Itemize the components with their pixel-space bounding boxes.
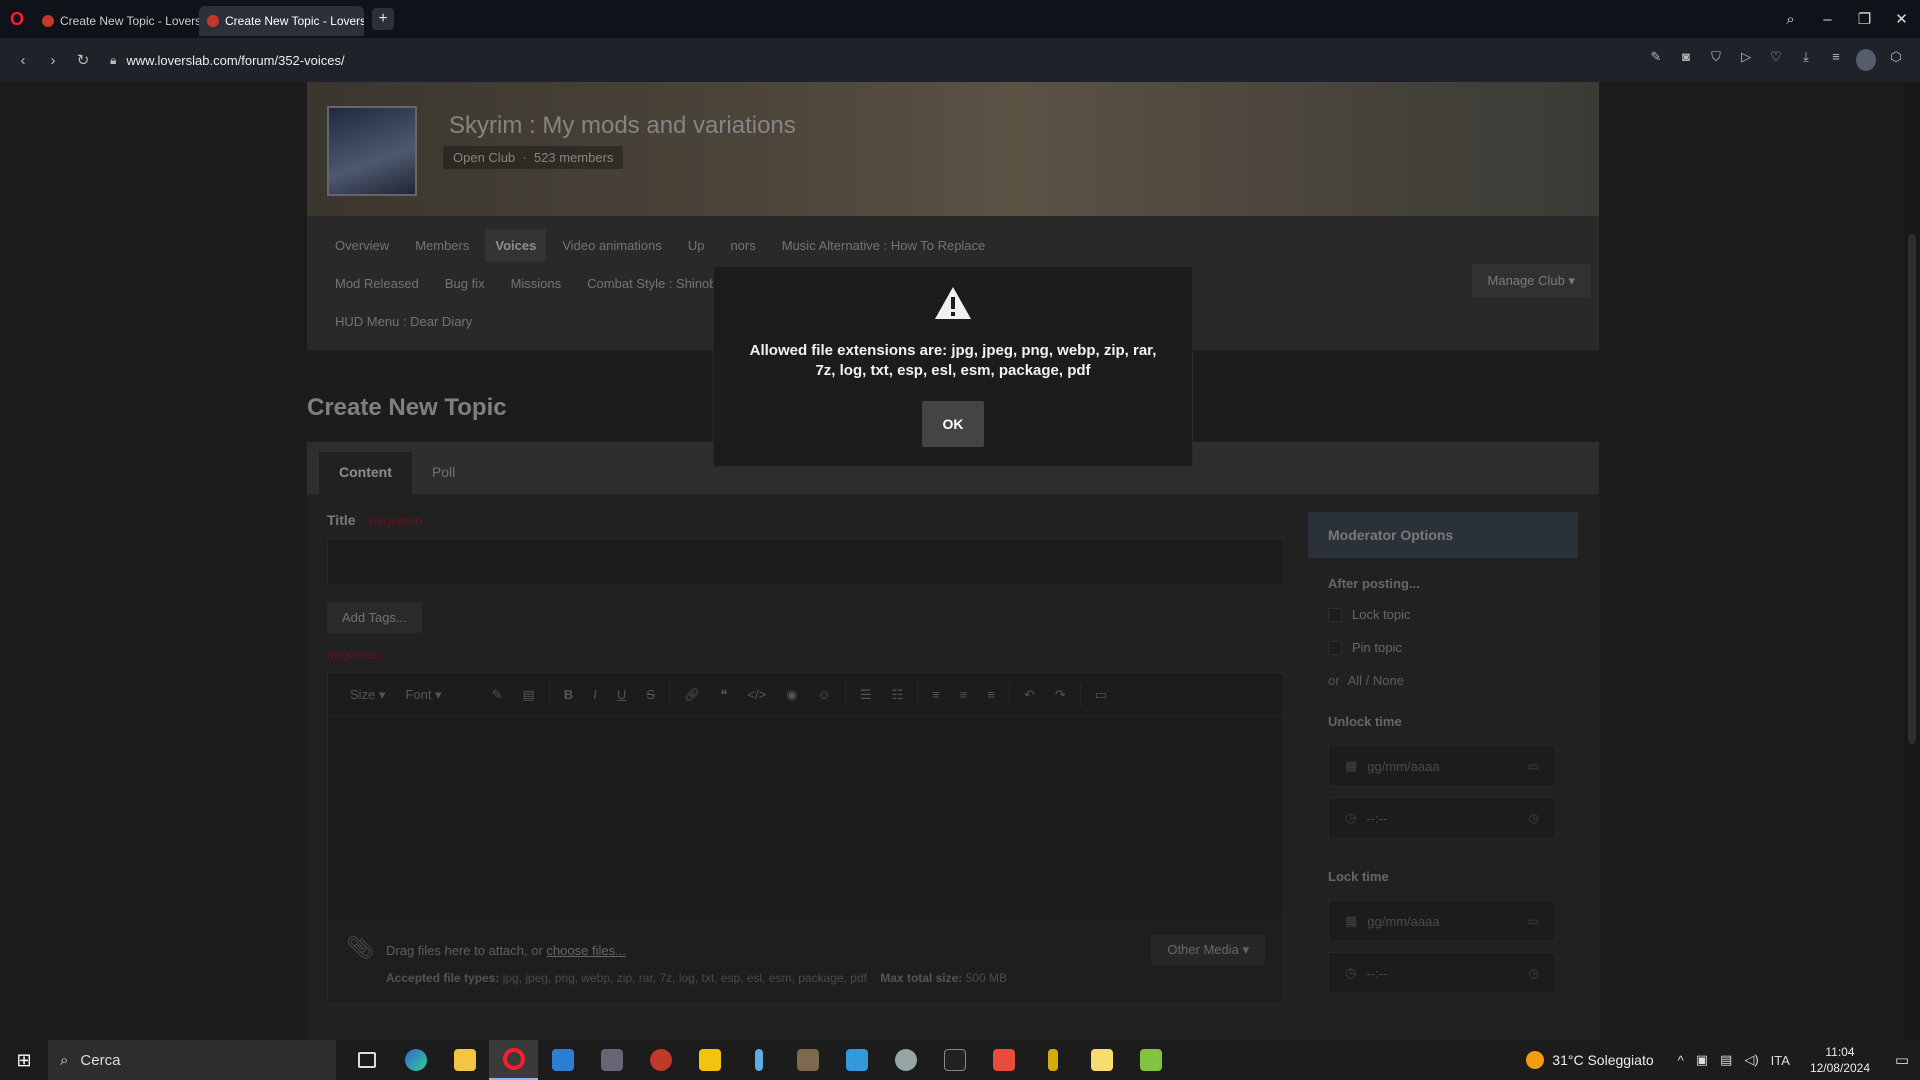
browser-tab-title: Create New Topic - Lovers bbox=[225, 14, 364, 28]
clock-time: 11:04 bbox=[1825, 1045, 1855, 1059]
windows-taskbar: ⊞ ⌕ Cerca 31°C Soleggiato ^ ▣ ▤ ◁) ITA 1… bbox=[0, 1040, 1920, 1080]
volume-icon[interactable]: ◁) bbox=[1744, 1052, 1758, 1068]
file-extension-alert-dialog: Allowed file extensions are: jpg, jpeg, … bbox=[713, 266, 1193, 467]
weather-text[interactable]: 31°C Soleggiato bbox=[1552, 1052, 1653, 1068]
file-explorer-icon[interactable] bbox=[440, 1040, 489, 1080]
browser-tab-title: Create New Topic - Lovers bbox=[60, 14, 199, 28]
app-icon-14[interactable] bbox=[979, 1040, 1028, 1080]
warning-triangle-icon bbox=[714, 285, 1192, 325]
shield-icon[interactable]: ⛉ bbox=[1706, 49, 1726, 71]
minimize-button[interactable]: – bbox=[1809, 11, 1846, 28]
extensions-cube-icon[interactable]: ⬡ bbox=[1886, 49, 1906, 71]
app-icon-7[interactable] bbox=[636, 1040, 685, 1080]
language-indicator[interactable]: ITA bbox=[1771, 1053, 1790, 1068]
app-icon-8[interactable] bbox=[685, 1040, 734, 1080]
address-bar-tools: ✎ ◙ ⛉ ▷ ♡ ⤓ ≡ ⬡ bbox=[1646, 49, 1906, 71]
back-arrow-icon[interactable]: ‹ bbox=[8, 52, 38, 69]
dialog-message: Allowed file extensions are: jpg, jpeg, … bbox=[749, 342, 1157, 379]
heart-icon[interactable]: ♡ bbox=[1766, 49, 1786, 71]
app-icon-6[interactable] bbox=[587, 1040, 636, 1080]
new-tab-button[interactable]: + bbox=[372, 8, 394, 30]
app-icon-9[interactable] bbox=[734, 1040, 783, 1080]
app-icon-17[interactable] bbox=[1126, 1040, 1175, 1080]
url-field[interactable]: 🔒︎ www.loverslab.com/forum/352-voices/ bbox=[110, 53, 1646, 68]
search-icon: ⌕ bbox=[60, 1051, 69, 1069]
loverslab-favicon-icon bbox=[42, 15, 54, 27]
task-view-icon[interactable] bbox=[342, 1040, 391, 1080]
window-controls: ⌕ – ❐ ✕ bbox=[1772, 0, 1920, 38]
app-icon-16[interactable] bbox=[1077, 1040, 1126, 1080]
loverslab-favicon-icon bbox=[207, 15, 219, 27]
browser-tab[interactable]: Create New Topic - Lovers bbox=[34, 6, 199, 36]
taskbar-search-text: Cerca bbox=[80, 1051, 121, 1069]
weather-sun-icon[interactable] bbox=[1526, 1051, 1545, 1069]
tray-chevron-icon[interactable]: ^ bbox=[1678, 1053, 1684, 1068]
menu-icon[interactable]: ≡ bbox=[1826, 49, 1846, 71]
edit-icon[interactable]: ✎ bbox=[1646, 49, 1666, 71]
taskbar-apps bbox=[342, 1040, 1175, 1080]
browser-tab-active[interactable]: Create New Topic - Lovers bbox=[199, 6, 364, 36]
notifications-icon[interactable]: ▭ bbox=[1884, 1051, 1920, 1069]
app-icon-15[interactable] bbox=[1028, 1040, 1077, 1080]
opera-logo-icon[interactable]: O bbox=[0, 0, 34, 38]
meet-icon[interactable]: ▣ bbox=[1696, 1052, 1708, 1068]
url-text[interactable]: www.loverslab.com/forum/352-voices/ bbox=[126, 53, 344, 68]
taskbar-search[interactable]: ⌕ Cerca bbox=[48, 1040, 336, 1080]
app-icon-13[interactable] bbox=[930, 1040, 979, 1080]
app-icon-11[interactable] bbox=[832, 1040, 881, 1080]
modal-overlay: Allowed file extensions are: jpg, jpeg, … bbox=[0, 82, 1920, 1040]
forward-arrow-icon[interactable]: › bbox=[38, 52, 68, 69]
mail-icon[interactable] bbox=[538, 1040, 587, 1080]
network-icon[interactable]: ▤ bbox=[1720, 1052, 1732, 1068]
reload-icon[interactable]: ↻ bbox=[68, 51, 98, 69]
ok-button[interactable]: OK bbox=[922, 401, 984, 447]
play-icon[interactable]: ▷ bbox=[1736, 49, 1756, 71]
clock-date: 12/08/2024 bbox=[1809, 1061, 1870, 1075]
tab-search-icon[interactable]: ⌕ bbox=[1772, 11, 1809, 28]
close-window-button[interactable]: ✕ bbox=[1883, 10, 1920, 28]
app-icon-10[interactable] bbox=[783, 1040, 832, 1080]
opera-browser-icon[interactable] bbox=[489, 1040, 538, 1080]
windows-start-icon[interactable]: ⊞ bbox=[0, 1040, 48, 1080]
padlock-icon: 🔒︎ bbox=[110, 52, 117, 67]
profile-avatar[interactable] bbox=[1856, 49, 1876, 71]
camera-icon[interactable]: ◙ bbox=[1676, 49, 1696, 71]
edge-icon[interactable] bbox=[391, 1040, 440, 1080]
system-tray: 31°C Soleggiato ^ ▣ ▤ ◁) ITA 11:04 12/08… bbox=[1526, 1040, 1920, 1080]
download-icon[interactable]: ⤓ bbox=[1796, 49, 1816, 71]
taskbar-clock[interactable]: 11:04 12/08/2024 bbox=[1810, 1044, 1870, 1076]
app-icon-12[interactable] bbox=[881, 1040, 930, 1080]
restore-button[interactable]: ❐ bbox=[1846, 10, 1883, 28]
address-bar: ‹ › ↻ 🔒︎ www.loverslab.com/forum/352-voi… bbox=[0, 38, 1920, 82]
browser-tab-bar: O Create New Topic - Lovers Create New T… bbox=[0, 0, 1920, 38]
